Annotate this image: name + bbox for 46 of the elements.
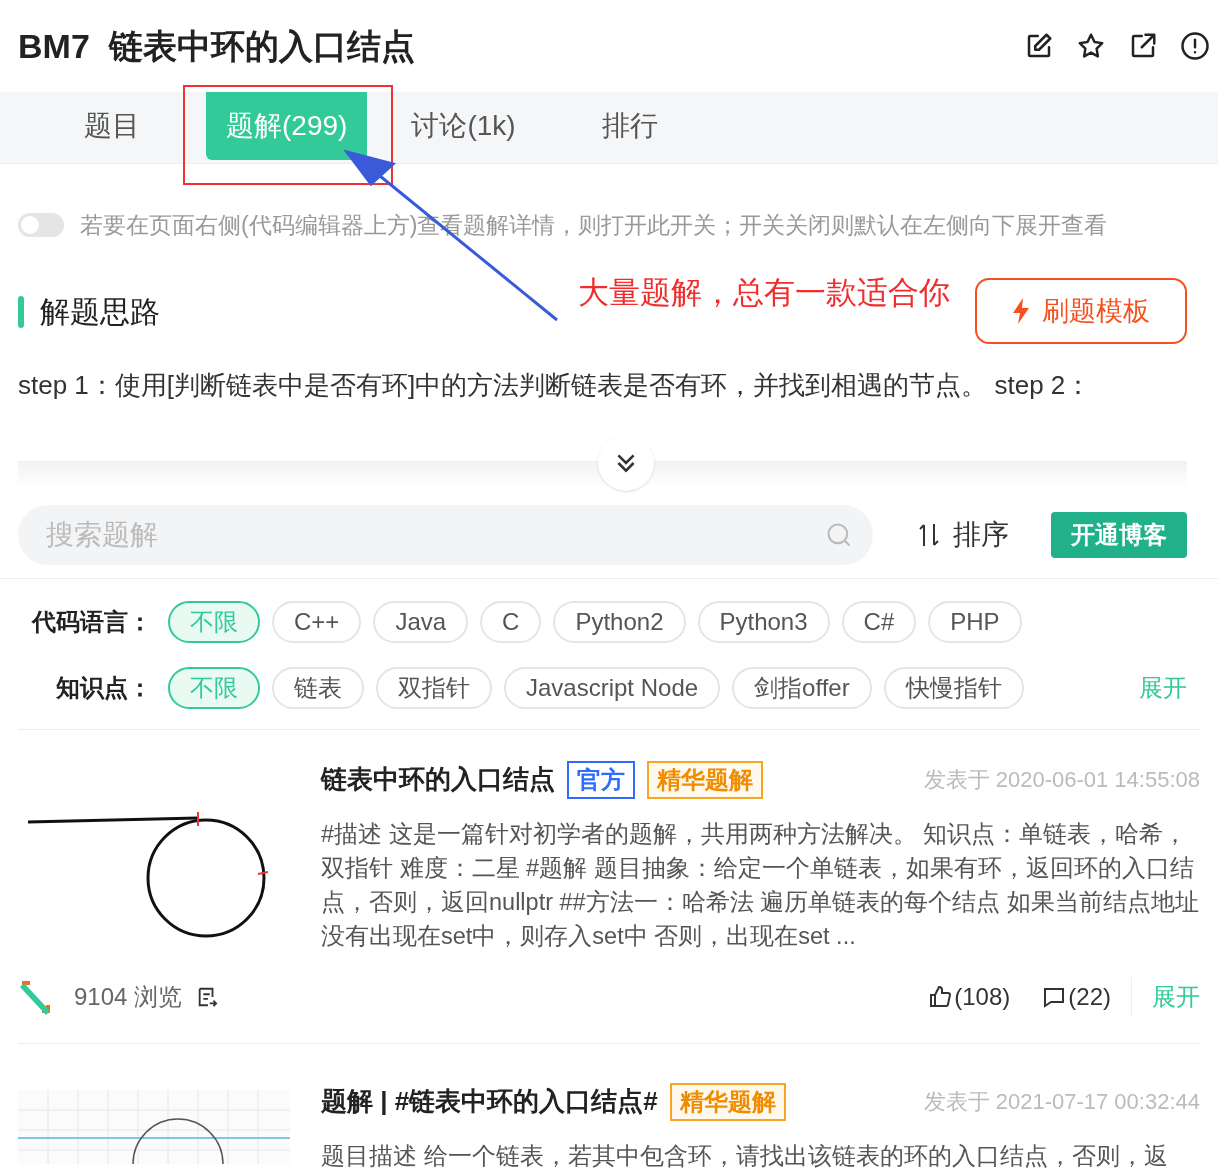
filter-label: 知识点： bbox=[55, 673, 153, 703]
search-icon bbox=[825, 521, 853, 549]
page-title: BM7 链表中环的入口结点 bbox=[18, 25, 415, 67]
filter-chip[interactable]: C++ bbox=[272, 601, 362, 643]
lightning-icon bbox=[1012, 298, 1030, 324]
tab[interactable]: 讨论(1k) bbox=[391, 92, 536, 160]
sort-button[interactable]: 排序 bbox=[917, 514, 1009, 556]
official-tag: 官方 bbox=[567, 760, 635, 799]
filter-chip[interactable]: 双指针 bbox=[376, 667, 492, 709]
section-heading: 解题思路 bbox=[40, 294, 160, 330]
info-icon[interactable] bbox=[1180, 31, 1210, 61]
filter-chip[interactable]: PHP bbox=[928, 601, 1022, 643]
search-field[interactable]: 搜索题解 bbox=[18, 505, 873, 565]
comment-icon bbox=[1042, 985, 1067, 1009]
star-icon[interactable] bbox=[1076, 31, 1106, 61]
filter-chip[interactable]: Javascript Node bbox=[504, 667, 721, 709]
solution-summary: step 1：使用[判断链表中是否有环]中的方法判断链表是否有环，并找到相遇的节点。 step 2： bbox=[17, 369, 1093, 402]
post-excerpt: #描述 这是一篇针对初学者的题解，共用两种方法解决。 知识点：单链表，哈希，双指针 难度：二星 #题解 题目抽象：给定一个单链表，如果有环，返回环的入口结点，否则，返回nullptr ##方法一：哈希法 遍历单链表的每个结点 如果当前结点地址没有出现在set中，则存入set中 否则，出现在set ... bbox=[321, 820, 1200, 951]
filter-chip[interactable]: Python3 bbox=[697, 601, 830, 643]
share-list-icon[interactable] bbox=[196, 986, 219, 1008]
tab[interactable]: 排行 bbox=[559, 92, 700, 160]
featured-tag: 精华题解 bbox=[669, 1082, 786, 1121]
thumbs-up-icon bbox=[928, 985, 953, 1009]
post-date: 发表于 2020-06-01 14:55:08 bbox=[923, 766, 1200, 794]
filter-chip[interactable]: Python2 bbox=[553, 601, 686, 643]
post-date: 发表于 2021-07-17 00:32:44 bbox=[923, 1088, 1200, 1116]
expand-down-button[interactable] bbox=[598, 435, 654, 491]
tab[interactable]: 题目 bbox=[42, 92, 182, 160]
like-button[interactable]: (108) bbox=[928, 979, 1011, 1015]
filter-chip[interactable]: C bbox=[480, 601, 542, 643]
filter-chip[interactable]: 剑指offer bbox=[732, 667, 872, 709]
view-count: 9104 浏览 bbox=[74, 982, 183, 1012]
post-title[interactable]: 题解 | #链表中环的入口结点# bbox=[321, 1082, 658, 1121]
post-excerpt: 题目描述 给一个链表，若其中包含环，请找出该链表的环的入口结点，否则，返 bbox=[321, 1142, 1169, 1171]
featured-tag: 精华题解 bbox=[647, 760, 763, 799]
filter-chip[interactable]: 快慢指针 bbox=[883, 667, 1024, 709]
sort-icon bbox=[917, 522, 941, 548]
filter-chip[interactable]: C# bbox=[841, 601, 917, 643]
section-marker bbox=[18, 295, 24, 328]
filter-chip[interactable]: 链表 bbox=[272, 667, 364, 709]
toggle-switch[interactable] bbox=[18, 213, 64, 237]
post-title[interactable]: 链表中环的入口结点 bbox=[321, 760, 555, 799]
filter-chip[interactable]: Java bbox=[373, 601, 469, 643]
annotation-text: 大量题解，总有一款适合你 bbox=[578, 274, 950, 312]
comment-button[interactable]: (22) bbox=[1042, 979, 1111, 1015]
filter-label: 代码语言： bbox=[30, 607, 153, 637]
